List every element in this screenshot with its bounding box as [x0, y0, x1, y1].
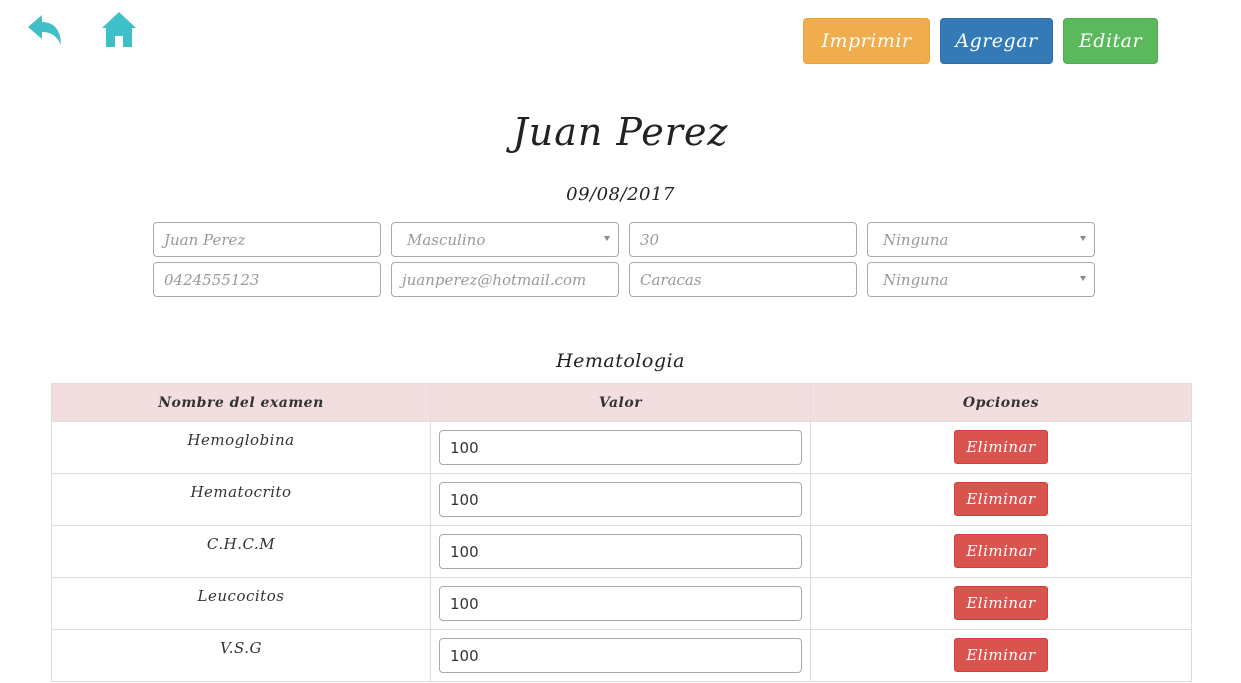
- delete-button[interactable]: Eliminar: [954, 586, 1048, 620]
- column-header-options: Opciones: [810, 383, 1192, 422]
- secondary-select[interactable]: Ninguna: [867, 262, 1095, 297]
- table-row: V.S.G 100 Eliminar: [51, 629, 1192, 682]
- gender-select-value: Masculino: [407, 230, 486, 249]
- exam-value-input[interactable]: 100: [439, 482, 802, 517]
- print-button[interactable]: Imprimir: [803, 18, 930, 64]
- exam-value-input[interactable]: 100: [439, 534, 802, 569]
- email-field[interactable]: juanperez@hotmail.com: [391, 262, 619, 297]
- column-header-value: Valor: [430, 383, 811, 422]
- secondary-select-value: Ninguna: [883, 270, 949, 289]
- table-row: Leucocitos 100 Eliminar: [51, 577, 1192, 630]
- exam-name: Hemoglobina: [187, 431, 295, 449]
- delete-button[interactable]: Eliminar: [954, 430, 1048, 464]
- delete-button[interactable]: Eliminar: [954, 638, 1048, 672]
- edit-button[interactable]: Editar: [1063, 18, 1158, 64]
- exam-value-input[interactable]: 100: [439, 586, 802, 621]
- table-header-row: Nombre del examen Valor Opciones: [51, 383, 1192, 422]
- reply-arrow-icon[interactable]: [26, 12, 64, 46]
- exam-name: V.S.G: [220, 639, 262, 657]
- add-button[interactable]: Agregar: [940, 18, 1053, 64]
- patient-date: 09/08/2017: [566, 184, 675, 205]
- dropdown-caret-icon: [1080, 276, 1086, 281]
- section-title: Hematologia: [556, 350, 685, 372]
- exam-value-input[interactable]: 100: [439, 638, 802, 673]
- phone-field[interactable]: 0424555123: [153, 262, 381, 297]
- delete-button[interactable]: Eliminar: [954, 534, 1048, 568]
- dropdown-caret-icon: [604, 236, 610, 241]
- patient-name: Juan Perez: [512, 110, 729, 154]
- table-row: Hemoglobina 100 Eliminar: [51, 421, 1192, 474]
- exam-name: Hematocrito: [190, 483, 292, 501]
- dropdown-caret-icon: [1080, 236, 1086, 241]
- exam-name: C.H.C.M: [206, 535, 276, 553]
- condition-select[interactable]: Ninguna: [867, 222, 1095, 257]
- city-field[interactable]: Caracas: [629, 262, 857, 297]
- name-field[interactable]: Juan Perez: [153, 222, 381, 257]
- column-header-exam-name: Nombre del examen: [51, 383, 431, 422]
- table-row: C.H.C.M 100 Eliminar: [51, 525, 1192, 578]
- table-row: Hematocrito 100 Eliminar: [51, 473, 1192, 526]
- exams-table: Nombre del examen Valor Opciones Hemoglo…: [51, 383, 1192, 682]
- delete-button[interactable]: Eliminar: [954, 482, 1048, 516]
- condition-select-value: Ninguna: [883, 230, 949, 249]
- exam-value-input[interactable]: 100: [439, 430, 802, 465]
- gender-select[interactable]: Masculino: [391, 222, 619, 257]
- home-icon[interactable]: [101, 11, 137, 49]
- exam-name: Leucocitos: [197, 587, 285, 605]
- age-field[interactable]: 30: [629, 222, 857, 257]
